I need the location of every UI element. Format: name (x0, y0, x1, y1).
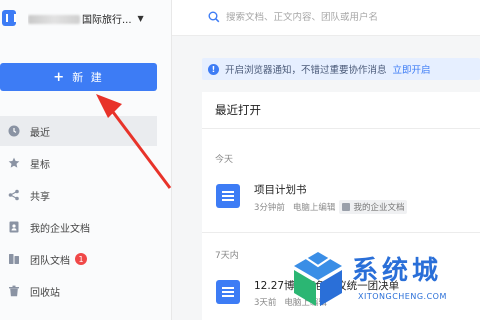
clock-icon (8, 125, 20, 137)
sidebar-item-label: 共享 (30, 191, 50, 203)
doc-meta: 3分钟前 电脑上编辑 我的企业文档 (254, 200, 408, 214)
info-icon: ! (208, 63, 219, 75)
sidebar-item-starred[interactable]: 星标 (0, 148, 157, 178)
enable-notifications-link[interactable]: 立即开启 (393, 62, 431, 76)
list-item[interactable]: 项目计划书 3分钟前 电脑上编辑 我的企业文档 (202, 180, 480, 220)
folder-icon (342, 203, 351, 211)
sidebar-item-recent[interactable]: 最近 (0, 116, 157, 146)
plus-icon: + (53, 69, 67, 85)
sidebar-nav: 最近 星标 共享 我的企业文档 团队文档 1 回收站 (0, 116, 157, 308)
group-label-week: 7天内 (215, 251, 239, 261)
watermark-logo-icon (294, 252, 342, 306)
watermark: 系统城 XITONGCHENG.COM (288, 236, 480, 320)
notification-banner: ! 开启浏览器通知，不错过重要协作消息 立即开启 (202, 58, 480, 80)
doc-action: 电脑上编辑 (292, 203, 336, 213)
sidebar-item-team-docs[interactable]: 团队文档 1 (0, 244, 157, 274)
personal-doc-icon (8, 221, 20, 233)
doc-location-tag[interactable]: 我的企业文档 (339, 200, 408, 214)
doc-time: 3天前 (254, 298, 277, 308)
doc-time: 3分钟前 (254, 203, 285, 213)
team-logo-icon (2, 10, 16, 26)
divider (202, 128, 480, 129)
team-doc-icon (8, 253, 20, 265)
sidebar-item-trash[interactable]: 回收站 (0, 276, 157, 306)
sidebar-item-my-docs[interactable]: 我的企业文档 (0, 212, 157, 242)
team-switcher[interactable]: 国际旅行... ▼ (0, 0, 172, 36)
document-icon (216, 280, 240, 304)
search-input[interactable] (206, 12, 446, 23)
search-icon (208, 11, 220, 23)
top-bar (172, 0, 480, 36)
trash-icon (8, 285, 20, 297)
sidebar-item-label: 团队文档 (30, 255, 70, 267)
sidebar-item-label: 回收站 (30, 287, 60, 299)
star-icon (8, 157, 20, 169)
document-icon (216, 184, 240, 208)
sidebar-item-label: 我的企业文档 (30, 223, 90, 235)
sidebar: 国际旅行... ▼ + 新 建 最近 星标 共享 我的企业文档 团队文档 1 回… (0, 0, 172, 320)
sidebar-item-shared[interactable]: 共享 (0, 180, 157, 210)
new-button-label: 新 建 (72, 71, 104, 84)
share-icon (8, 189, 20, 201)
sidebar-item-label: 星标 (30, 159, 50, 171)
notice-text: 开启浏览器通知，不错过重要协作消息 (225, 65, 387, 76)
caret-down-icon[interactable]: ▼ (138, 14, 144, 23)
group-label-today: 今天 (215, 155, 234, 165)
watermark-title: 系统城 (352, 256, 443, 286)
notification-badge: 1 (75, 253, 87, 265)
divider (202, 232, 480, 233)
new-button[interactable]: + 新 建 (0, 63, 157, 91)
panel-title: 最近打开 (215, 103, 261, 117)
watermark-subtitle: XITONGCHENG.COM (358, 292, 447, 301)
team-name: 国际旅行... (28, 11, 132, 26)
doc-title: 项目计划书 (254, 184, 307, 196)
sidebar-item-label: 最近 (30, 127, 50, 139)
